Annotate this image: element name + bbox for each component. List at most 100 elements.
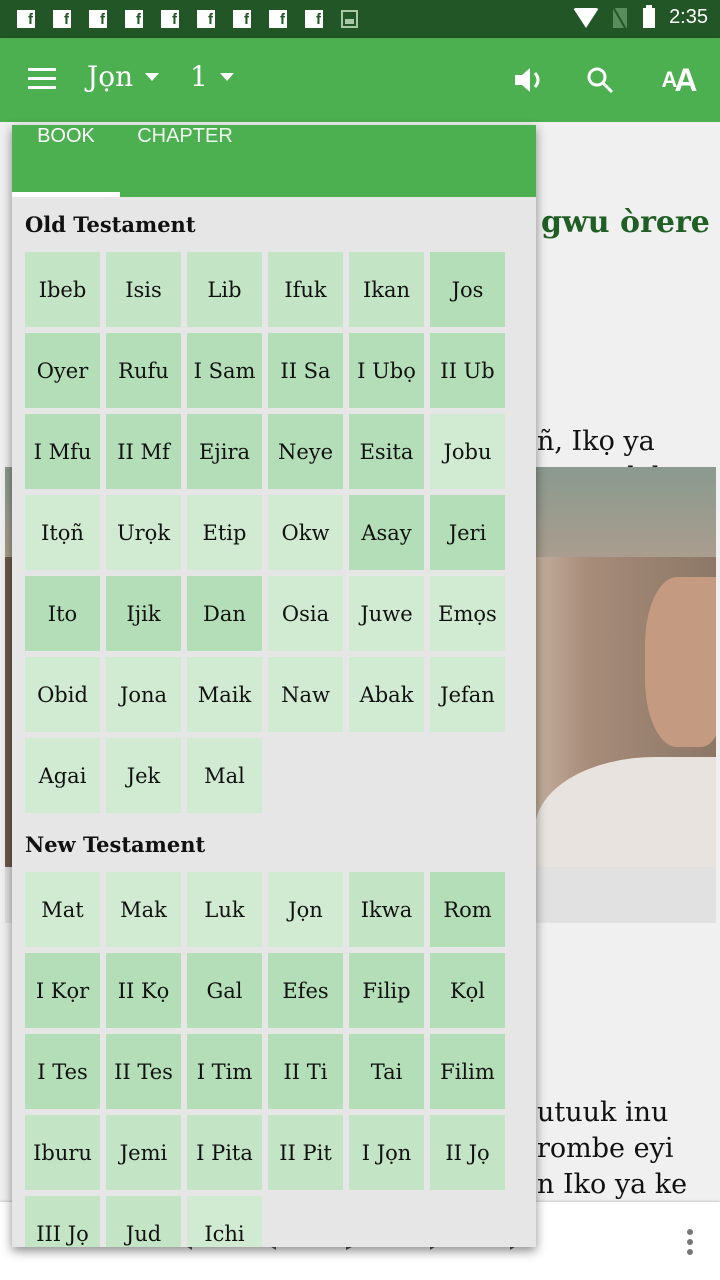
book-tile[interactable]: Urọk <box>106 495 181 570</box>
tab-indicator <box>12 192 120 197</box>
book-tile[interactable]: Esita <box>349 414 424 489</box>
book-tile[interactable]: Filip <box>349 953 424 1028</box>
book-tile[interactable]: II Ti <box>268 1034 343 1109</box>
book-tile[interactable]: Efes <box>268 953 343 1028</box>
facebook-icon: f <box>197 10 215 28</box>
book-tile[interactable]: Agai <box>25 738 100 813</box>
book-tile[interactable]: Ikwa <box>349 872 424 947</box>
book-tile[interactable]: I Jọn <box>349 1115 424 1190</box>
book-tile[interactable]: Iburu <box>25 1115 100 1190</box>
wifi-icon <box>573 7 600 28</box>
book-tile[interactable]: Emọs <box>430 576 505 651</box>
book-tile[interactable]: Okw <box>268 495 343 570</box>
search-icon[interactable] <box>580 60 620 100</box>
facebook-icon: f <box>233 10 251 28</box>
book-tile[interactable]: Ibeb <box>25 252 100 327</box>
old-testament-title: Old Testament <box>25 212 196 237</box>
book-tile[interactable]: Dan <box>187 576 262 651</box>
book-tile[interactable]: Etip <box>187 495 262 570</box>
book-tile[interactable]: Mak <box>106 872 181 947</box>
book-tile[interactable]: Jek <box>106 738 181 813</box>
book-tile[interactable]: Lib <box>187 252 262 327</box>
book-tile[interactable]: I Tes <box>25 1034 100 1109</box>
book-tile[interactable]: II Tes <box>106 1034 181 1109</box>
book-tile[interactable]: Jọn <box>268 872 343 947</box>
clock: 2:35 <box>669 6 708 28</box>
book-tile[interactable]: II Sa <box>268 333 343 408</box>
book-tile[interactable]: Neye <box>268 414 343 489</box>
chapter-selector[interactable]: 1 <box>190 60 234 93</box>
tab-chapter[interactable]: CHAPTER <box>120 125 250 197</box>
volume-icon[interactable] <box>510 60 550 100</box>
book-tile[interactable]: I Mfu <box>25 414 100 489</box>
book-tile[interactable]: Naw <box>268 657 343 732</box>
book-tile[interactable]: Mat <box>25 872 100 947</box>
book-tile[interactable]: Mal <box>187 738 262 813</box>
book-tile[interactable]: Abak <box>349 657 424 732</box>
book-tile[interactable]: Asay <box>349 495 424 570</box>
book-tile[interactable]: Jemi <box>106 1115 181 1190</box>
book-tile[interactable]: Jona <box>106 657 181 732</box>
book-tile[interactable]: Kọl <box>430 953 505 1028</box>
book-tile[interactable]: Jefan <box>430 657 505 732</box>
more-vert-icon[interactable] <box>687 1229 693 1259</box>
book-tile[interactable]: Oyer <box>25 333 100 408</box>
app-bar: Jọn 1 AA <box>0 38 720 122</box>
book-tile[interactable]: Jeri <box>430 495 505 570</box>
book-tile[interactable]: I Tim <box>187 1034 262 1109</box>
book-tile[interactable]: Tai <box>349 1034 424 1109</box>
facebook-icon: f <box>53 10 71 28</box>
book-tile[interactable]: Ifuk <box>268 252 343 327</box>
book-tile[interactable]: II Pit <box>268 1115 343 1190</box>
facebook-icon: f <box>17 10 35 28</box>
book-tile[interactable]: Jos <box>430 252 505 327</box>
facebook-icon: f <box>89 10 107 28</box>
menu-icon[interactable] <box>28 68 56 90</box>
book-tile[interactable]: Ikan <box>349 252 424 327</box>
book-tile[interactable]: Luk <box>187 872 262 947</box>
book-tile[interactable]: Ejira <box>187 414 262 489</box>
book-tile[interactable]: Juwe <box>349 576 424 651</box>
book-tile[interactable]: I Pita <box>187 1115 262 1190</box>
battery-icon <box>643 4 656 28</box>
book-tile[interactable]: Itọñ <box>25 495 100 570</box>
old-testament-grid: Ibeb Isis Lib Ifuk Ikan Jos Oyer Rufu I Sam II Sa… <box>12 243 536 813</box>
book-tile[interactable]: II Ub <box>430 333 505 408</box>
new-testament-grid: Mat Mak Luk Jọn Ikwa Rom I Kọr II Kọ Gal Efes Fili… <box>12 863 536 1247</box>
chapter-number: 1 <box>190 60 208 93</box>
book-tile[interactable]: Jobu <box>430 414 505 489</box>
facebook-icon: f <box>161 10 179 28</box>
book-tile[interactable]: Rufu <box>106 333 181 408</box>
text-size-icon[interactable]: AA <box>656 60 700 100</box>
facebook-icon: f <box>269 10 287 28</box>
book-tile[interactable]: Filim <box>430 1034 505 1109</box>
image-icon <box>341 10 358 28</box>
book-selector-popup: BOOK CHAPTER Old Testament Ibeb Isis Lib If… <box>12 125 536 1247</box>
book-tile[interactable]: Ichi <box>187 1196 262 1247</box>
section-heading: gwu òrere <box>541 205 710 240</box>
book-tile[interactable]: Ito <box>25 576 100 651</box>
book-tile[interactable]: II Mf <box>106 414 181 489</box>
book-tile[interactable]: Obid <box>25 657 100 732</box>
book-tile[interactable]: II Jọ <box>430 1115 505 1190</box>
book-tile[interactable]: I Ubọ <box>349 333 424 408</box>
book-tile[interactable]: Maik <box>187 657 262 732</box>
book-tile[interactable]: I Kọr <box>25 953 100 1028</box>
book-tile[interactable]: Rom <box>430 872 505 947</box>
tab-book[interactable]: BOOK <box>12 125 120 197</box>
book-tile[interactable]: Jud <box>106 1196 181 1247</box>
book-selector[interactable]: Jọn <box>87 60 160 93</box>
book-name: Jọn <box>87 60 134 93</box>
dropdown-arrow-icon <box>219 72 234 81</box>
book-tile[interactable]: Isis <box>106 252 181 327</box>
dropdown-arrow-icon <box>145 72 160 81</box>
selector-tabs: BOOK CHAPTER <box>12 125 536 197</box>
book-tile[interactable]: Osia <box>268 576 343 651</box>
book-tile[interactable]: Ijik <box>106 576 181 651</box>
book-tile[interactable]: III Jọ <box>25 1196 100 1247</box>
book-tile[interactable]: Gal <box>187 953 262 1028</box>
book-tile[interactable]: I Sam <box>187 333 262 408</box>
book-tile[interactable]: II Kọ <box>106 953 181 1028</box>
notification-icons: fffffffff <box>17 10 358 28</box>
no-sim-icon <box>613 7 628 28</box>
